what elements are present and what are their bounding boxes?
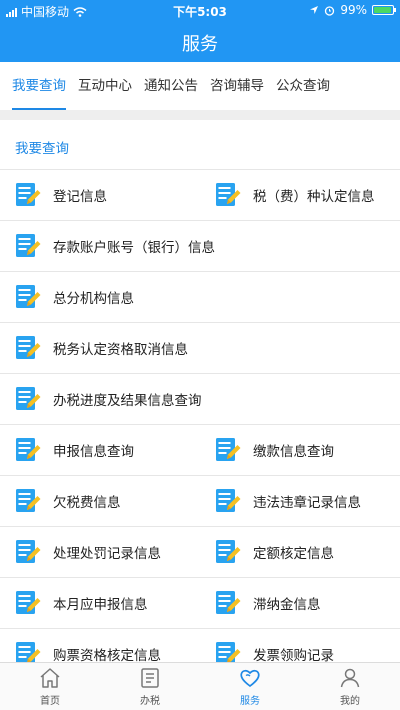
list-item[interactable]: 欠税费信息 <box>0 476 200 526</box>
list-item[interactable]: 定额核定信息 <box>200 527 400 577</box>
section-title: 我要查询 <box>15 141 69 157</box>
query-list: 登记信息 税（费）种认定信息 存款账户账号（银行）信息 总分机构信息 税务认定资… <box>0 169 400 679</box>
list-item[interactable]: 违法违章记录信息 <box>200 476 400 526</box>
tab-interaction[interactable]: 互动中心 <box>72 62 138 110</box>
bottom-tab-bar: 首页 办税 服务 我的 <box>0 662 400 710</box>
alarm-icon <box>325 5 335 16</box>
category-tabs: 我要查询 互动中心 通知公告 咨询辅导 公众查询 <box>0 62 400 110</box>
list-item[interactable]: 处理处罚记录信息 <box>0 527 200 577</box>
list-row: 总分机构信息 <box>0 271 400 322</box>
list-item[interactable]: 登记信息 <box>0 170 200 220</box>
list-item[interactable]: 滞纳金信息 <box>200 578 400 628</box>
app-header: 中国移动 下午5:03 99% 服务 <box>0 0 400 62</box>
section-divider <box>0 110 400 120</box>
list-row: 欠税费信息 违法违章记录信息 <box>0 475 400 526</box>
document-edit-icon <box>215 182 241 208</box>
list-row: 处理处罚记录信息 定额核定信息 <box>0 526 400 577</box>
list-item[interactable]: 本月应申报信息 <box>0 578 200 628</box>
list-item[interactable]: 税（费）种认定信息 <box>200 170 400 220</box>
document-edit-icon <box>15 335 41 361</box>
tabbar-item-home[interactable]: 首页 <box>0 663 100 710</box>
list-item[interactable]: 总分机构信息 <box>0 272 400 322</box>
heart-icon <box>240 669 260 688</box>
document-edit-icon <box>215 488 241 514</box>
document-edit-icon <box>215 437 241 463</box>
user-icon <box>340 668 360 688</box>
document-edit-icon <box>15 539 41 565</box>
tabbar-item-service[interactable]: 服务 <box>200 663 300 710</box>
list-item[interactable]: 税务认定资格取消信息 <box>0 323 400 373</box>
home-icon <box>40 668 60 688</box>
list-row: 本月应申报信息 滞纳金信息 <box>0 577 400 628</box>
document-edit-icon <box>215 590 241 616</box>
status-bar: 中国移动 下午5:03 99% <box>0 0 400 20</box>
list-row: 申报信息查询 缴款信息查询 <box>0 424 400 475</box>
page-title: 服务 <box>182 34 218 55</box>
list-row: 税务认定资格取消信息 <box>0 322 400 373</box>
tab-public-query[interactable]: 公众查询 <box>270 62 336 110</box>
battery-icon <box>372 5 396 15</box>
list-item[interactable]: 办税进度及结果信息查询 <box>0 374 400 424</box>
tab-query[interactable]: 我要查询 <box>6 62 72 110</box>
document-edit-icon <box>15 182 41 208</box>
list-item[interactable]: 缴款信息查询 <box>200 425 400 475</box>
list-row: 登记信息 税（费）种认定信息 <box>0 169 400 220</box>
document-edit-icon <box>15 437 41 463</box>
battery-percent: 99% <box>340 3 367 17</box>
document-edit-icon <box>15 284 41 310</box>
list-row: 存款账户账号（银行）信息 <box>0 220 400 271</box>
tab-consulting[interactable]: 咨询辅导 <box>204 62 270 110</box>
location-icon <box>310 6 319 14</box>
tabbar-item-mine[interactable]: 我的 <box>300 663 400 710</box>
tabbar-item-tax[interactable]: 办税 <box>100 663 200 710</box>
document-edit-icon <box>15 488 41 514</box>
document-edit-icon <box>15 590 41 616</box>
list-item[interactable]: 申报信息查询 <box>0 425 200 475</box>
document-edit-icon <box>215 539 241 565</box>
document-edit-icon <box>15 386 41 412</box>
list-icon <box>141 668 159 688</box>
list-row: 办税进度及结果信息查询 <box>0 373 400 424</box>
document-edit-icon <box>15 233 41 259</box>
tab-notices[interactable]: 通知公告 <box>138 62 204 110</box>
list-item[interactable]: 存款账户账号（银行）信息 <box>0 221 400 271</box>
